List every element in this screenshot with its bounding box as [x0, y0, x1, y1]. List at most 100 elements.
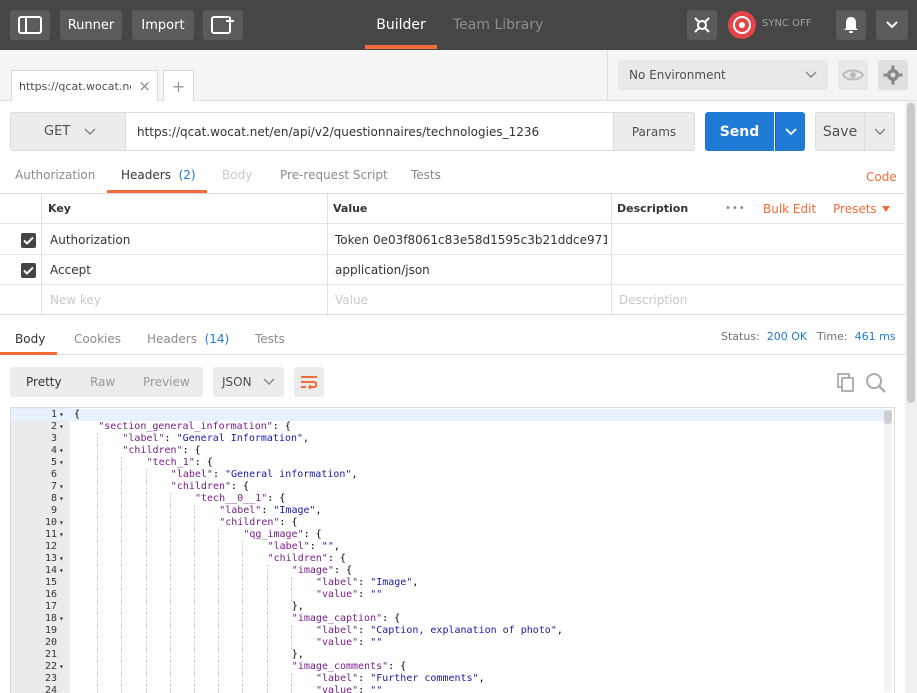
indent-guide: [266, 685, 268, 693]
sync-button[interactable]: [727, 10, 757, 40]
line-number: 2: [50, 421, 57, 432]
new-key-input[interactable]: New key: [50, 285, 101, 315]
indent-guide: [218, 553, 220, 565]
fold-toggle-icon[interactable]: ▾: [59, 565, 64, 577]
tab-response-headers[interactable]: Headers (14): [147, 332, 229, 346]
send-options-button[interactable]: [775, 112, 805, 151]
search-response-button[interactable]: [865, 372, 887, 397]
fold-toggle-icon[interactable]: ▾: [59, 493, 64, 505]
header-value-cell[interactable]: Token 0e03f8061c83e58d1595c3b21ddce9712…: [335, 225, 607, 254]
indent-guide: [169, 637, 171, 649]
indent-guide: [169, 565, 171, 577]
save-button[interactable]: Save: [815, 112, 865, 151]
manage-environments-button[interactable]: [878, 60, 908, 90]
indent-guide: [145, 541, 147, 553]
fold-toggle-icon[interactable]: ▾: [59, 661, 64, 673]
tab-response-tests[interactable]: Tests: [255, 332, 285, 346]
code-text: "value": "": [316, 685, 382, 693]
send-button[interactable]: Send: [705, 112, 774, 151]
format-pretty[interactable]: Pretty: [26, 375, 62, 389]
page-scrollbar[interactable]: [905, 101, 917, 693]
indent-guide: [169, 553, 171, 565]
indent-guide: [97, 469, 99, 481]
fold-toggle-icon[interactable]: ▾: [59, 517, 64, 529]
close-icon[interactable]: ×: [138, 77, 151, 95]
indent-guide: [242, 565, 244, 577]
json-string: "Caption, explanation of photo": [370, 625, 557, 636]
runner-button[interactable]: Runner: [60, 10, 122, 40]
interceptor-button[interactable]: [687, 10, 717, 40]
url-input[interactable]: [126, 112, 614, 151]
save-options-button[interactable]: [864, 112, 895, 151]
new-button[interactable]: [203, 10, 243, 40]
new-value-input[interactable]: Value: [335, 285, 368, 315]
row-enabled-checkbox[interactable]: [21, 233, 36, 248]
presets-dropdown[interactable]: Presets: [833, 194, 890, 223]
line-number: 6: [50, 469, 57, 480]
header-key-cell[interactable]: Authorization: [50, 225, 130, 254]
tab-team-library[interactable]: Team Library: [453, 0, 543, 50]
fold-toggle-icon[interactable]: ▾: [59, 409, 64, 421]
fold-toggle-icon[interactable]: ▾: [59, 421, 64, 433]
indent-guide: [194, 589, 195, 601]
indent-guide: [121, 601, 123, 613]
editor-scrollbar-thumb[interactable]: [884, 410, 892, 424]
fold-toggle-icon[interactable]: ▾: [59, 529, 64, 541]
wrap-lines-button[interactable]: [294, 367, 324, 397]
code-text: "label": "Further comments",: [316, 673, 485, 684]
table-row: Authorization Token 0e03f8061c83e58d1595…: [0, 225, 905, 255]
indent-guide: [169, 517, 171, 529]
new-description-input[interactable]: Description: [619, 285, 687, 315]
indent-guide: [145, 661, 147, 673]
tab-headers[interactable]: Headers (2): [121, 168, 196, 182]
indent-guide: [97, 553, 99, 565]
format-raw[interactable]: Raw: [90, 375, 115, 389]
page-scrollbar-thumb[interactable]: [907, 103, 915, 403]
add-tab-button[interactable]: +: [163, 70, 194, 101]
tab-body[interactable]: Body: [222, 168, 252, 182]
line-number: 15: [44, 577, 57, 588]
json-key: "image": [291, 565, 334, 576]
header-key-cell[interactable]: Accept: [50, 255, 91, 284]
line-number: 8: [50, 493, 57, 504]
row-enabled-checkbox[interactable]: [21, 263, 36, 278]
response-type-select[interactable]: JSON: [213, 367, 284, 397]
fold-toggle-icon[interactable]: ▾: [59, 445, 64, 457]
request-tab[interactable]: https://qcat.wocat.net ×: [11, 70, 158, 101]
json-key: "label": [316, 577, 359, 588]
response-body-editor[interactable]: 1 ▾{2 ▾ "section_general_information": {3 "l…: [10, 407, 895, 693]
tab-pre-request-script[interactable]: Pre-request Script: [280, 168, 388, 182]
tab-response-body[interactable]: Body: [15, 332, 45, 346]
environment-quick-look-button[interactable]: [838, 60, 868, 90]
satellite-icon: [694, 17, 710, 33]
fold-toggle-icon[interactable]: ▾: [59, 457, 64, 469]
notifications-button[interactable]: [836, 10, 866, 40]
account-menu-button[interactable]: [876, 10, 908, 40]
tab-authorization[interactable]: Authorization: [15, 168, 95, 182]
indent-guide: [266, 673, 268, 685]
code-link[interactable]: Code: [866, 170, 897, 184]
indent-guide: [218, 577, 220, 589]
response-tab-bar: Body Cookies Headers (14) Tests Status: …: [0, 325, 905, 355]
tab-response-cookies[interactable]: Cookies: [74, 332, 121, 346]
fold-toggle-icon[interactable]: ▾: [59, 553, 64, 565]
format-preview[interactable]: Preview: [143, 375, 190, 389]
fold-toggle-icon[interactable]: ▾: [59, 481, 64, 493]
more-options-button[interactable]: •••: [725, 194, 746, 223]
params-button[interactable]: Params: [613, 112, 695, 151]
fold-toggle-icon[interactable]: ▾: [59, 613, 64, 625]
indent-guide: [194, 613, 195, 625]
method-select[interactable]: GET: [10, 112, 126, 151]
tab-builder[interactable]: Builder: [365, 0, 437, 50]
import-button[interactable]: Import: [132, 10, 194, 40]
bulk-edit-link[interactable]: Bulk Edit: [763, 194, 816, 223]
sidebar-toggle-button[interactable]: [10, 10, 50, 40]
environment-select[interactable]: No Environment: [618, 60, 828, 90]
editor-scrollbar[interactable]: [884, 410, 892, 692]
tab-tests[interactable]: Tests: [411, 168, 441, 182]
indent-guide: [145, 553, 147, 565]
gear-icon: [883, 65, 903, 85]
header-value-cell[interactable]: application/json: [335, 255, 430, 284]
copy-response-button[interactable]: [836, 372, 856, 395]
line-number: 23: [44, 673, 57, 684]
